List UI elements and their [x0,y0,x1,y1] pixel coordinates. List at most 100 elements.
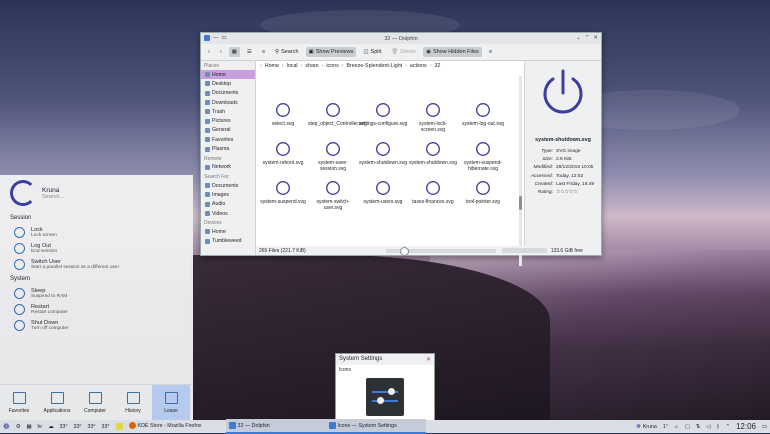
leave-action[interactable]: Lock Lock screen [0,224,193,240]
places-item[interactable]: Downloads [201,98,255,107]
breadcrumb-item[interactable]: share [305,63,318,69]
places-item[interactable]: Plasma [201,144,255,153]
places-item[interactable]: Home [201,227,255,236]
weather-4[interactable]: 33° [99,420,113,433]
breadcrumb-item[interactable]: icons [326,63,338,69]
window-thumbnail[interactable] [366,378,404,416]
file-item[interactable]: settings-configure.svg [358,101,408,127]
task-dolphin[interactable]: 32 — Dolphin [225,419,326,434]
places-item[interactable]: Trash [201,107,255,116]
weather-2[interactable]: 33° [71,420,85,433]
places-item[interactable]: General [201,126,255,135]
clock[interactable]: 12:06 [733,420,759,433]
close-icon[interactable]: ✕ [426,356,431,363]
places-item[interactable]: Favorites [201,135,255,144]
places-item[interactable]: Images [201,190,255,199]
launcher-tab[interactable]: Favorites [0,385,38,421]
search-button[interactable]: ⚲ Search [272,47,301,57]
breadcrumb-item[interactable]: 32 [434,63,440,69]
color-swatch[interactable] [113,420,126,433]
file-item[interactable]: system-shutdown.svg [358,140,408,166]
pin-icon[interactable]: — [213,35,219,41]
file-item[interactable]: system-save-session.svg [308,140,358,172]
leave-action[interactable]: Log Out End session [0,240,193,256]
breadcrumb-item[interactable]: actions [410,63,427,69]
avatar[interactable] [10,180,36,206]
file-item[interactable]: select.svg [258,101,308,127]
scrollbar-thumb[interactable] [519,196,522,210]
clipboard-icon[interactable]: ▢ [682,420,693,433]
places-item[interactable]: Audio [201,200,255,209]
network-icon[interactable]: ⇅ [693,420,703,433]
pager-icon[interactable]: ▦ [23,420,34,433]
keyboard-layout[interactable]: hr [34,420,45,433]
volume-icon[interactable]: ◁ [703,420,713,433]
launcher-tab[interactable]: Computer [76,385,114,421]
show-hidden-button[interactable]: ◉ Show Hidden Files [423,47,482,57]
zoom-slider-handle[interactable] [399,246,409,256]
leave-action[interactable]: Shut Down Turn off computer [0,317,193,333]
launcher-button[interactable]: ❁ [0,420,13,433]
hamburger-menu-icon[interactable]: ≡ [486,47,495,57]
launcher-tab[interactable]: History [114,385,152,421]
file-item[interactable]: system-shutdown.svg [408,140,458,166]
compact-view-icon[interactable]: ☰ [244,47,255,57]
file-item[interactable]: step_object_Controller.svg [308,101,367,127]
file-grid[interactable]: overflow-menu.svgpage-zoom.svgpercent.sv… [256,72,516,245]
places-item[interactable]: Videos [201,209,255,218]
show-previews-button[interactable]: ▣ Show Previews [305,47,357,57]
dolphin-window[interactable]: — ▭ 32 — Dolphin ⌄ ⌃ ✕ ‹ › ▦ ☰ ≡ ⚲ Search… [200,32,602,266]
temperature[interactable]: 1° [660,420,671,433]
close-icon[interactable]: ✕ [593,35,598,41]
leave-action[interactable]: Sleep Suspend to RAM [0,285,193,301]
breadcrumb-item[interactable]: Home [265,63,279,69]
places-item[interactable]: Documents [201,89,255,98]
places-item[interactable]: Tumbleweed [201,236,255,245]
file-item[interactable]: system-suspend.svg [258,179,308,205]
file-item[interactable]: taxes-finances.svg [408,179,458,205]
places-item[interactable]: Home [201,70,255,80]
application-launcher[interactable]: Kruna Search... Session Lock Lock screen L… [0,175,193,421]
leave-action[interactable]: Restart Restart computer [0,301,193,317]
system-settings-preview[interactable]: System Settings ✕ Icons [335,353,435,422]
launcher-tab[interactable]: Applications [38,385,76,421]
split-button[interactable]: ◫ Split [360,47,384,57]
zoom-slider[interactable] [385,246,496,256]
keep-above-icon[interactable]: ▭ [222,35,227,41]
info-value[interactable]: ☆☆☆☆☆ [556,190,578,198]
weather-1[interactable]: 33° [56,420,70,433]
task-system-settings[interactable]: Icons — System Settings [325,419,426,434]
show-desktop-icon[interactable]: ▭ [759,420,770,433]
task-firefox[interactable]: KDE Store - Mozilla Firefox [126,419,226,434]
breadcrumb-item[interactable]: Breeze-Splendent-Light [347,63,403,69]
file-item[interactable]: tool-pointer.svg [458,179,508,205]
places-item[interactable]: Documents [201,181,255,190]
bluetooth-icon[interactable]: ᛒ [713,420,722,433]
places-item[interactable]: Pictures [201,116,255,125]
delete-button[interactable]: 🗑 Delete [388,47,419,57]
file-item[interactable]: system-log-out.svg [458,101,508,127]
file-view[interactable]: › Home › local › share › icons › Breeze-Splendent… [256,61,524,266]
app-icon[interactable] [204,35,210,41]
settings-icon[interactable]: ⚙ [13,420,24,433]
icons-view-icon[interactable]: ▦ [228,47,240,57]
brightness-icon[interactable]: ☼ [671,420,682,433]
maximize-icon[interactable]: ⌃ [585,35,590,41]
file-item[interactable]: system-lock-screen.svg [408,101,458,133]
file-item[interactable]: system-reboot.svg [258,140,308,166]
minimize-icon[interactable]: ⌄ [576,35,581,41]
file-item[interactable]: system-switch-user.svg [308,179,358,211]
launcher-tab[interactable]: Leave [152,385,190,421]
details-view-icon[interactable]: ≡ [259,47,268,57]
forward-icon[interactable]: › [217,47,225,57]
search-input[interactable]: Search... [42,194,64,200]
places-item[interactable]: Network [201,163,255,172]
tray-expand-icon[interactable]: ⌃ [723,420,733,433]
window-titlebar[interactable]: — ▭ 32 — Dolphin ⌄ ⌃ ✕ [201,33,601,44]
breadcrumb-item[interactable]: local [287,63,298,69]
places-item[interactable]: Desktop [201,79,255,88]
leave-action[interactable]: Switch User Start a parallel session as a… [0,256,193,272]
weather-3[interactable]: 33° [85,420,99,433]
file-item[interactable]: system-users.svg [358,179,408,205]
user-switcher[interactable]: ❁ Kruna [633,420,660,433]
